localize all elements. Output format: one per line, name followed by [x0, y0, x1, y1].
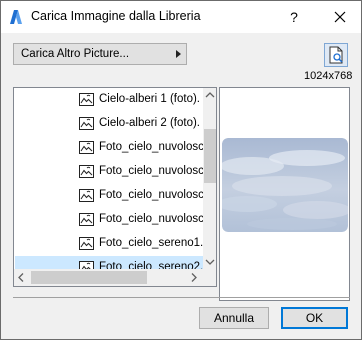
list-item[interactable]: Cielo-alberi 2 (foto). — [15, 112, 203, 136]
list-item[interactable]: Foto_cielo_nuvolosc — [15, 208, 204, 232]
picture-file-icon — [79, 141, 94, 154]
scroll-up-icon[interactable] — [203, 88, 217, 102]
list-item[interactable]: Foto_cielo_nuvolosc — [15, 136, 204, 160]
list-item-label: Foto_cielo_nuvolosc — [99, 213, 204, 225]
dropdown-label: Carica Altro Picture... — [21, 48, 130, 60]
list-item-label: Foto_cielo_nuvolosc — [99, 189, 204, 201]
list-item[interactable]: Cielo-alberi 1 (foto). — [15, 88, 203, 112]
ok-button[interactable]: OK — [281, 307, 348, 329]
picture-file-icon — [79, 237, 94, 250]
scroll-down-icon[interactable] — [203, 255, 217, 269]
app-logo-icon — [10, 10, 22, 24]
list-item-label: Cielo-alberi 1 (foto). — [99, 93, 200, 105]
sky-preview-image — [222, 138, 348, 232]
horizontal-scroll-thumb[interactable] — [31, 271, 147, 284]
close-icon — [334, 11, 346, 23]
image-preview-icon — [329, 46, 343, 64]
list-item[interactable]: Foto_cielo_nuvolosc — [15, 184, 204, 208]
list-item-label: Cielo-alberi 2 (foto). — [99, 117, 200, 129]
horizontal-scrollbar[interactable] — [14, 269, 203, 286]
dialog-content: Carica Altro Picture... 1024x768 Cielo-a… — [1, 33, 361, 339]
vertical-scrollbar[interactable] — [203, 88, 217, 269]
load-other-picture-dropdown[interactable]: Carica Altro Picture... — [13, 43, 187, 65]
list-item-label: Foto_cielo_nuvolosc — [99, 141, 204, 153]
preview-toggle-button[interactable] — [324, 43, 348, 67]
window-title: Carica Immagine dalla Libreria — [31, 9, 201, 23]
separator-line — [13, 297, 350, 298]
dialog-window: Carica Immagine dalla Libreria ? Carica … — [0, 0, 362, 340]
picture-file-icon — [79, 213, 94, 226]
image-resolution: 1024x768 — [304, 70, 353, 82]
picture-file-icon — [79, 189, 94, 202]
picture-file-icon — [79, 93, 94, 106]
list-item[interactable]: Foto_cielo_nuvolosc — [15, 160, 204, 184]
close-button[interactable] — [319, 1, 361, 33]
title-bar: Carica Immagine dalla Libreria ? — [1, 1, 361, 33]
picture-list[interactable]: Cielo-alberi 1 (foto). Cielo-alberi 2 (fo… — [13, 87, 217, 287]
picture-file-icon — [79, 117, 94, 130]
scroll-right-icon[interactable] — [187, 269, 201, 286]
list-item[interactable]: Foto_cielo_sereno1. — [15, 232, 203, 256]
list-item-label: Foto_cielo_sereno1. — [99, 237, 204, 249]
help-button[interactable]: ? — [277, 1, 311, 33]
image-preview-pane — [219, 87, 350, 301]
chevron-right-icon — [176, 50, 181, 58]
list-item-label: Foto_cielo_nuvolosc — [99, 165, 204, 177]
picture-file-icon — [79, 165, 94, 178]
vertical-scroll-thumb[interactable] — [204, 129, 216, 183]
scrollbar-corner — [203, 269, 216, 286]
cancel-button[interactable]: Annulla — [199, 307, 269, 329]
scroll-left-icon[interactable] — [14, 269, 28, 286]
